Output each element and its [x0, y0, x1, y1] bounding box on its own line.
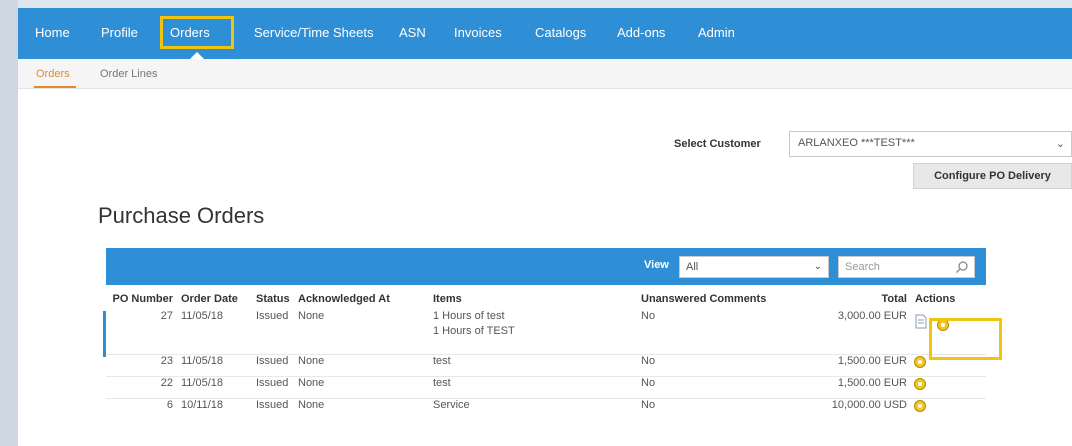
item-line: 1 Hours of TEST	[433, 325, 515, 337]
unanswered-comments: No	[641, 376, 656, 389]
po-number-link[interactable]: 27	[106, 310, 177, 354]
customer-select-value: ARLANXEO ***TEST***	[798, 137, 915, 149]
gear-icon[interactable]	[913, 355, 927, 369]
total: 3,000.00 EUR	[837, 310, 907, 322]
po-number-link[interactable]: 23	[106, 354, 177, 376]
chevron-down-icon: ⌄	[1055, 138, 1065, 150]
customer-select[interactable]: ARLANXEO ***TEST*** ⌄	[789, 131, 1072, 157]
item-line: test	[433, 376, 451, 389]
select-customer-label: Select Customer	[674, 138, 761, 150]
item-line: 1 Hours of test	[433, 310, 505, 322]
nav-asn[interactable]: ASN	[399, 25, 426, 40]
nav-add-ons[interactable]: Add-ons	[617, 25, 665, 40]
purchase-orders-table: PO Number Order Date Status Acknowledged…	[106, 288, 986, 420]
actions-highlight-box	[929, 318, 1002, 360]
col-acknowledged-at[interactable]: Acknowledged At	[294, 288, 429, 310]
items-cell: 1 Hours of test 1 Hours of TEST	[429, 310, 637, 354]
sub-nav: Orders Order Lines	[18, 59, 1072, 89]
subnav-orders[interactable]: Orders	[36, 68, 70, 80]
col-items[interactable]: Items	[429, 288, 637, 310]
table-header-row: PO Number Order Date Status Acknowledged…	[106, 288, 986, 310]
col-actions: Actions	[915, 293, 956, 305]
nav-admin[interactable]: Admin	[698, 25, 735, 40]
acknowledged-at: None	[298, 354, 325, 367]
app-frame: Home Profile Orders Service/Time Sheets …	[18, 8, 1072, 446]
unanswered-comments: No	[641, 354, 656, 367]
table-row[interactable]: 27 11/05/18 Issued None 1 Hours of test …	[106, 310, 986, 354]
total: 1,500.00 EUR	[837, 354, 907, 367]
item-line: test	[433, 354, 451, 367]
item-line: Service	[433, 398, 470, 411]
status: Issued	[256, 310, 289, 322]
col-po-number[interactable]: PO Number	[106, 288, 177, 310]
table-row[interactable]: 23 11/05/18 Issued None test No 1,500.00…	[106, 354, 986, 376]
acknowledged-at: None	[298, 376, 325, 389]
nav-service-time-sheets[interactable]: Service/Time Sheets	[254, 25, 373, 40]
view-label: View	[644, 259, 669, 271]
nav-catalogs[interactable]: Catalogs	[535, 25, 586, 40]
actions-cell	[911, 376, 986, 398]
col-status[interactable]: Status	[252, 288, 294, 310]
gear-icon[interactable]	[913, 377, 927, 391]
order-date: 10/11/18	[181, 398, 224, 411]
po-number-link[interactable]: 6	[106, 398, 177, 420]
subnav-order-lines[interactable]: Order Lines	[100, 68, 157, 80]
view-select-value: All	[686, 261, 699, 273]
acknowledged-at: None	[298, 398, 325, 411]
nav-home[interactable]: Home	[35, 25, 70, 40]
status: Issued	[256, 376, 289, 389]
total: 10,000.00 USD	[831, 398, 907, 411]
configure-po-delivery-button[interactable]: Configure PO Delivery	[913, 163, 1072, 189]
col-unanswered-comments[interactable]: Unanswered Comments	[637, 288, 801, 310]
gear-icon[interactable]	[913, 399, 927, 413]
page-title: Purchase Orders	[98, 203, 265, 228]
search-icon	[956, 261, 968, 273]
status: Issued	[256, 354, 289, 367]
document-icon[interactable]	[915, 314, 927, 329]
col-total[interactable]: Total	[801, 288, 911, 310]
top-nav: Home Profile Orders Service/Time Sheets …	[18, 8, 1072, 59]
active-tab-caret	[190, 52, 204, 59]
col-order-date[interactable]: Order Date	[177, 288, 252, 310]
order-date: 11/05/18	[181, 354, 224, 367]
table-row[interactable]: 22 11/05/18 Issued None test No 1,500.00…	[106, 376, 986, 398]
acknowledged-at: None	[298, 310, 325, 322]
chevron-down-icon: ⌄	[813, 261, 822, 272]
actions-cell	[911, 398, 986, 420]
order-date: 11/05/18	[181, 376, 224, 389]
top-strip	[18, 0, 1072, 8]
nav-profile[interactable]: Profile	[101, 25, 138, 40]
status: Issued	[256, 398, 289, 411]
table-toolbar: View All ⌄ Search	[106, 248, 986, 285]
unanswered-comments: No	[641, 398, 656, 411]
po-number-link[interactable]: 22	[106, 376, 177, 398]
unanswered-comments: No	[641, 310, 656, 322]
subnav-active-underline	[34, 86, 76, 88]
search-placeholder: Search	[845, 261, 880, 273]
total: 1,500.00 EUR	[837, 376, 907, 389]
table-row[interactable]: 6 10/11/18 Issued None Service No 10,000…	[106, 398, 986, 420]
search-input[interactable]: Search	[838, 256, 975, 278]
order-date: 11/05/18	[181, 310, 224, 322]
orders-highlight-box	[160, 16, 234, 49]
nav-invoices[interactable]: Invoices	[454, 25, 502, 40]
view-select[interactable]: All ⌄	[679, 256, 829, 278]
